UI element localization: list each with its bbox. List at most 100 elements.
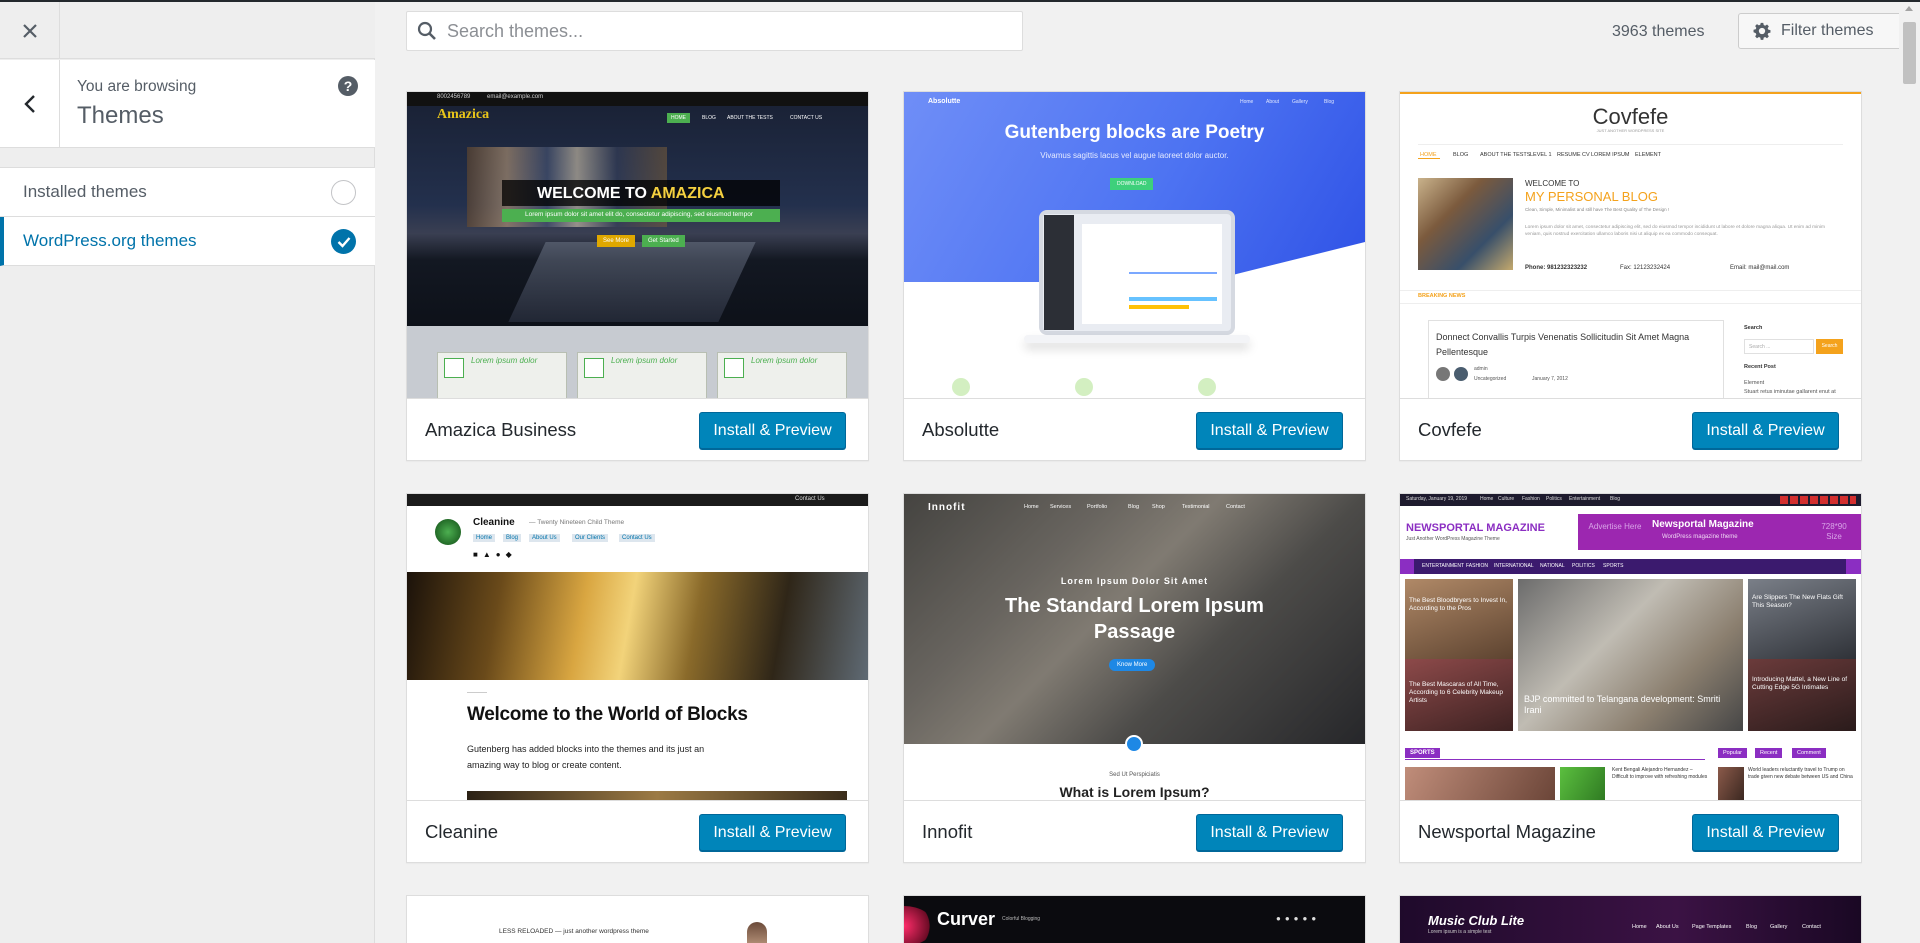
preview-text: Element xyxy=(1744,380,1765,386)
section-installed-themes[interactable]: Installed themes xyxy=(0,168,375,217)
theme-card[interactable]: LESS RELOADED — just another wordpress t… xyxy=(406,895,869,943)
section-title: Themes xyxy=(77,102,164,129)
theme-screenshot[interactable]: Contact Us Cleanine — Twenty Nineteen Ch… xyxy=(407,494,868,801)
preview-nav: Shop xyxy=(1152,504,1165,510)
preview-logo: Curver xyxy=(937,909,996,929)
theme-card-footer: Absolutte Install & Preview xyxy=(904,399,1365,460)
preview-post-title: Donnect Convallis Turpis Venenatis Solli… xyxy=(1436,332,1690,357)
install-preview-button[interactable]: Install & Preview xyxy=(699,412,846,449)
gear-icon xyxy=(1753,22,1771,40)
preview-story: The Best Mascaras of All Time, According… xyxy=(1409,681,1503,704)
theme-screenshot[interactable]: Curver Colorful Blogging ●●●●● xyxy=(904,896,1365,943)
theme-card[interactable]: Contact Us Cleanine — Twenty Nineteen Ch… xyxy=(406,493,869,863)
preview-ad: WordPress magazine theme xyxy=(1662,534,1738,540)
theme-screenshot[interactable]: LESS RELOADED — just another wordpress t… xyxy=(407,896,868,943)
preview-tab: Popular xyxy=(1718,748,1747,758)
preview-hero-highlight: AMAZICA xyxy=(650,185,725,202)
section-label: WordPress.org themes xyxy=(23,231,197,250)
theme-screenshot[interactable]: Covfefe JUST ANOTHER WORDPRESS SITE HOME… xyxy=(1400,92,1861,399)
close-button[interactable] xyxy=(0,2,60,59)
preview-nav: Blog xyxy=(503,534,522,542)
theme-card[interactable]: Curver Colorful Blogging ●●●●● xyxy=(903,895,1366,943)
preview-story: BJP committed to Telangana development: … xyxy=(1524,694,1721,715)
help-button[interactable]: ? xyxy=(338,76,358,96)
theme-name: Amazica Business xyxy=(425,419,577,440)
install-preview-button[interactable]: Install & Preview xyxy=(1196,412,1343,449)
theme-card-footer: Innofit Install & Preview xyxy=(904,801,1365,862)
scrollbar-thumb[interactable] xyxy=(1903,22,1916,84)
preview-text: Gutenberg has added blocks into the them… xyxy=(467,744,705,754)
browsing-label: You are browsing xyxy=(77,78,197,95)
install-preview-button[interactable]: Install & Preview xyxy=(1692,412,1839,449)
theme-card[interactable]: Music Club Lite Lorem ipsum is a simple … xyxy=(1399,895,1862,943)
theme-screenshot[interactable]: 8002456789 email@example.com Amazica HOM… xyxy=(407,92,868,399)
preview-text: Search ... xyxy=(1744,339,1814,354)
preview-nav: SPORTS xyxy=(1603,563,1624,569)
preview-text: Recent Post xyxy=(1744,364,1776,370)
preview-nav: About xyxy=(1266,99,1280,105)
preview-nav: Contact xyxy=(1802,924,1821,930)
preview-text: Phone: 981232323232 xyxy=(1525,265,1588,271)
theme-card-footer: Newsportal Magazine Install & Preview xyxy=(1400,801,1861,862)
unchecked-radio-icon[interactable] xyxy=(331,180,356,205)
preview-nav: BLOG xyxy=(702,115,716,121)
back-button[interactable] xyxy=(0,60,60,148)
preview-text: Email: mail@mail.com xyxy=(1730,265,1790,271)
preview-logo: Music Club Lite xyxy=(1428,913,1525,928)
theme-screenshot[interactable]: Innofit Home Services Portfolio Blog Sho… xyxy=(904,494,1365,801)
preview-text: Colorful Blogging xyxy=(1002,916,1041,922)
theme-card[interactable]: 8002456789 email@example.com Amazica HOM… xyxy=(406,91,869,461)
preview-body: Lorem ipsum dolor sit amet, consectetur … xyxy=(1525,225,1825,237)
preview-story: The Best Bloodbryers to Invest In, Accor… xyxy=(1409,597,1507,612)
preview-headline: Passage xyxy=(1093,621,1176,643)
preview-feature: Lorem ipsum dolor xyxy=(611,356,678,365)
preview-hero-title: WELCOME TO xyxy=(537,185,651,202)
preview-nav: Gallery xyxy=(1770,924,1788,930)
preview-nav: ENTERTAINMENT xyxy=(1422,563,1465,569)
theme-card[interactable]: Absolutte Home About Gallery Blog Gutenb… xyxy=(903,91,1366,461)
theme-card[interactable]: Saturday, January 19, 2019 Home Culture … xyxy=(1399,493,1862,863)
preview-text: Stuart retus iminutae gallarent enut at xyxy=(1744,389,1836,395)
preview-button: Know More xyxy=(1109,659,1156,671)
preview-nav: Contact xyxy=(1226,504,1245,510)
search-input[interactable] xyxy=(447,20,1007,42)
preview-text: 8002456789 xyxy=(437,94,471,100)
install-preview-button[interactable]: Install & Preview xyxy=(699,814,846,851)
theme-name: Cleanine xyxy=(425,821,499,842)
checkmark-icon[interactable] xyxy=(331,229,356,254)
install-preview-button[interactable]: Install & Preview xyxy=(1196,814,1343,851)
preview-nav: Home xyxy=(1024,504,1039,510)
theme-screenshot[interactable]: Music Club Lite Lorem ipsum is a simple … xyxy=(1400,896,1861,943)
preview-nav: LEVEL 1 xyxy=(1530,152,1552,158)
theme-card[interactable]: Covfefe JUST ANOTHER WORDPRESS SITE HOME… xyxy=(1399,91,1862,461)
preview-nav: Our Clients xyxy=(572,534,609,542)
theme-name: Newsportal Magazine xyxy=(1418,821,1596,842)
preview-nav: Blog xyxy=(1746,924,1758,930)
filter-themes-button[interactable]: Filter themes xyxy=(1738,13,1902,49)
section-label: Installed themes xyxy=(23,182,147,201)
preview-button: See More xyxy=(597,235,636,247)
preview-title: MY PERSONAL BLOG xyxy=(1525,189,1658,204)
preview-tab: Recent xyxy=(1755,748,1783,758)
preview-nav: ABOUT THE TESTS xyxy=(1480,152,1531,158)
preview-text: LESS RELOADED — just another wordpress t… xyxy=(499,928,649,935)
chevron-left-icon xyxy=(23,95,35,113)
preview-nav: About Us xyxy=(1656,924,1679,930)
preview-text: email@example.com xyxy=(487,94,544,100)
preview-nav: Fashion xyxy=(1522,496,1540,502)
theme-card[interactable]: Innofit Home Services Portfolio Blog Sho… xyxy=(903,493,1366,863)
scroll-up-arrow-icon[interactable] xyxy=(1905,6,1913,11)
preview-nav: ELEMENT xyxy=(1635,152,1661,158)
theme-screenshot[interactable]: Absolutte Home About Gallery Blog Gutenb… xyxy=(904,92,1365,399)
preview-nav: Blog xyxy=(1324,99,1335,105)
theme-search[interactable] xyxy=(406,11,1023,51)
section-wordpress-org-themes[interactable]: WordPress.org themes xyxy=(0,217,375,266)
preview-nav: About Us xyxy=(529,534,560,542)
preview-nav: Page Templates xyxy=(1692,924,1732,930)
scrollbar[interactable] xyxy=(1899,0,1920,943)
preview-logo: Absolutte xyxy=(928,98,961,105)
install-preview-button[interactable]: Install & Preview xyxy=(1692,814,1839,851)
preview-nav: HOME xyxy=(667,113,690,123)
theme-screenshot[interactable]: Saturday, January 19, 2019 Home Culture … xyxy=(1400,494,1861,801)
preview-nav: BLOG xyxy=(1453,152,1469,158)
